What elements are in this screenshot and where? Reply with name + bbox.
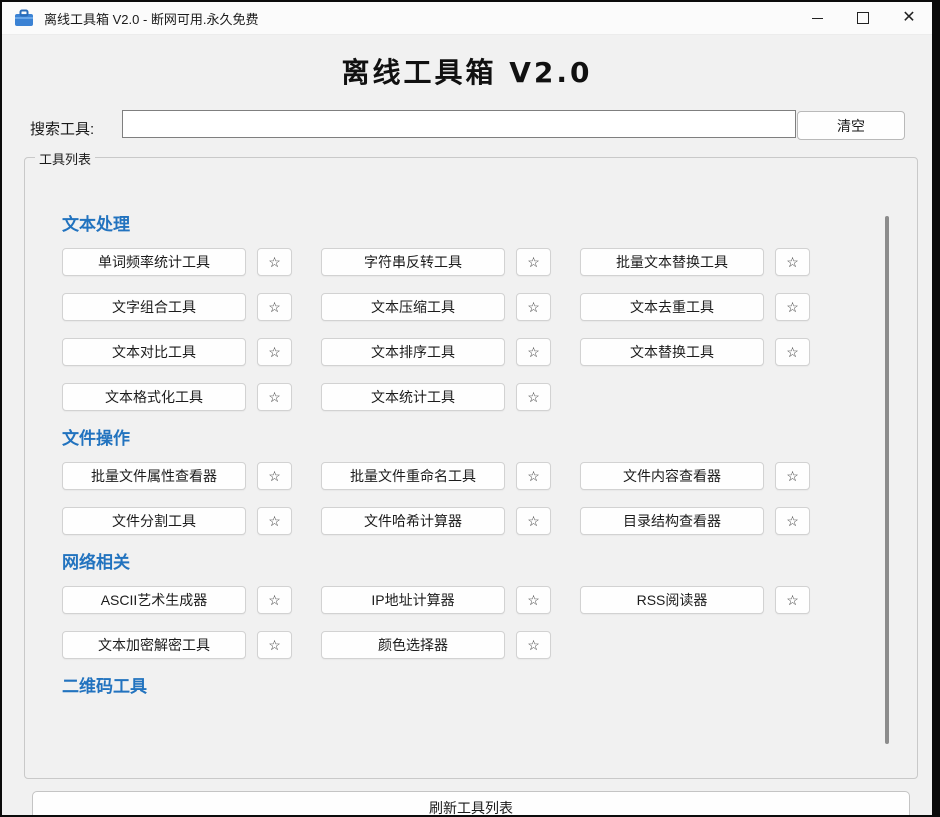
tool-button[interactable]: 文本对比工具 <box>62 338 246 366</box>
refresh-tools-button[interactable]: 刷新工具列表 <box>32 791 910 815</box>
tool-cell: 文本对比工具 ☆ <box>62 338 292 366</box>
favorite-star-button[interactable]: ☆ <box>257 586 292 614</box>
toolbox-icon <box>14 9 34 27</box>
section-heading: 文件操作 <box>62 429 130 448</box>
tool-cell: 文字组合工具 ☆ <box>62 293 292 321</box>
page-title: 离线工具箱 V2.0 <box>341 56 593 89</box>
favorite-star-button[interactable]: ☆ <box>775 586 810 614</box>
app-window: 离线工具箱 V2.0 - 断网可用.永久免费 ✕ 离线工具箱 V2.0 搜索工具… <box>0 0 940 817</box>
tool-button[interactable]: 批量文件重命名工具 <box>321 462 505 490</box>
tool-cell: ASCII艺术生成器 ☆ <box>62 586 292 614</box>
tool-cell: 文本统计工具 ☆ <box>321 383 551 411</box>
tool-button[interactable]: 文本排序工具 <box>321 338 505 366</box>
minimize-button[interactable] <box>794 2 840 34</box>
section-heading: 网络相关 <box>62 553 130 572</box>
tool-button[interactable]: 文件哈希计算器 <box>321 507 505 535</box>
vertical-scrollbar[interactable] <box>885 216 889 744</box>
tool-button[interactable]: 文件内容查看器 <box>580 462 764 490</box>
close-icon: ✕ <box>902 9 916 26</box>
favorite-star-button[interactable]: ☆ <box>775 248 810 276</box>
favorite-star-button[interactable]: ☆ <box>257 507 292 535</box>
favorite-star-button[interactable]: ☆ <box>516 248 551 276</box>
search-label: 搜索工具: <box>30 121 95 138</box>
tool-row: 单词频率统计工具 ☆ 字符串反转工具 ☆ 批量文本替换工具 ☆ <box>62 248 917 276</box>
minimize-icon <box>811 17 823 19</box>
tool-button[interactable]: 目录结构查看器 <box>580 507 764 535</box>
tool-button[interactable]: RSS阅读器 <box>580 586 764 614</box>
tool-cell: 文件分割工具 ☆ <box>62 507 292 535</box>
favorite-star-button[interactable]: ☆ <box>257 248 292 276</box>
tool-cell: 批量文件属性查看器 ☆ <box>62 462 292 490</box>
favorite-star-button[interactable]: ☆ <box>775 507 810 535</box>
tool-cell: 批量文本替换工具 ☆ <box>580 248 810 276</box>
tool-button[interactable]: IP地址计算器 <box>321 586 505 614</box>
tool-cell: RSS阅读器 ☆ <box>580 586 810 614</box>
tool-button[interactable]: 文件分割工具 <box>62 507 246 535</box>
window-title: 离线工具箱 V2.0 - 断网可用.永久免费 <box>44 11 259 27</box>
tool-cell: 字符串反转工具 ☆ <box>321 248 551 276</box>
tool-list: 文本处理 单词频率统计工具 ☆ 字符串反转工具 ☆ 批量文本替换工具 ☆ 文字组合工具 ☆ 文本压… <box>25 158 917 778</box>
tool-cell: 颜色选择器 ☆ <box>321 631 551 659</box>
favorite-star-button[interactable]: ☆ <box>516 631 551 659</box>
favorite-star-button[interactable]: ☆ <box>257 631 292 659</box>
favorite-star-button[interactable]: ☆ <box>516 338 551 366</box>
tool-cell: 文本压缩工具 ☆ <box>321 293 551 321</box>
favorite-star-button[interactable]: ☆ <box>516 293 551 321</box>
tool-cell: 文本加密解密工具 ☆ <box>62 631 292 659</box>
tool-cell: IP地址计算器 ☆ <box>321 586 551 614</box>
tool-cell: 目录结构查看器 ☆ <box>580 507 810 535</box>
tool-button[interactable]: 文本替换工具 <box>580 338 764 366</box>
tool-button[interactable]: 颜色选择器 <box>321 631 505 659</box>
maximize-icon <box>857 12 869 24</box>
tool-cell: 批量文件重命名工具 ☆ <box>321 462 551 490</box>
tool-cell: 文件内容查看器 ☆ <box>580 462 810 490</box>
favorite-star-button[interactable]: ☆ <box>775 338 810 366</box>
tool-cell: 单词频率统计工具 ☆ <box>62 248 292 276</box>
tool-list-groupbox: 工具列表 文本处理 单词频率统计工具 ☆ 字符串反转工具 ☆ 批量文本替换工具 ☆ 文字组合工… <box>24 149 918 779</box>
tool-row: 文本格式化工具 ☆ 文本统计工具 ☆ <box>62 383 917 411</box>
search-input[interactable] <box>122 110 796 138</box>
tool-button[interactable]: 单词频率统计工具 <box>62 248 246 276</box>
titlebar: 离线工具箱 V2.0 - 断网可用.永久免费 ✕ <box>2 2 932 35</box>
tool-button[interactable]: 文本格式化工具 <box>62 383 246 411</box>
favorite-star-button[interactable]: ☆ <box>516 462 551 490</box>
window-controls: ✕ <box>794 2 932 34</box>
tool-button[interactable]: 文本压缩工具 <box>321 293 505 321</box>
tool-cell: 文本替换工具 ☆ <box>580 338 810 366</box>
tool-row: 文件分割工具 ☆ 文件哈希计算器 ☆ 目录结构查看器 ☆ <box>62 507 917 535</box>
tool-button[interactable]: 批量文件属性查看器 <box>62 462 246 490</box>
close-button[interactable]: ✕ <box>886 2 932 34</box>
favorite-star-button[interactable]: ☆ <box>516 586 551 614</box>
tool-button[interactable]: 文字组合工具 <box>62 293 246 321</box>
tool-row: 文字组合工具 ☆ 文本压缩工具 ☆ 文本去重工具 ☆ <box>62 293 917 321</box>
favorite-star-button[interactable]: ☆ <box>257 338 292 366</box>
tool-cell: 文本去重工具 ☆ <box>580 293 810 321</box>
favorite-star-button[interactable]: ☆ <box>516 383 551 411</box>
maximize-button[interactable] <box>840 2 886 34</box>
favorite-star-button[interactable]: ☆ <box>516 507 551 535</box>
tool-row: 文本对比工具 ☆ 文本排序工具 ☆ 文本替换工具 ☆ <box>62 338 917 366</box>
tool-button[interactable]: 字符串反转工具 <box>321 248 505 276</box>
tool-button[interactable]: ASCII艺术生成器 <box>62 586 246 614</box>
section-heading: 二维码工具 <box>62 677 147 696</box>
tool-button[interactable]: 文本加密解密工具 <box>62 631 246 659</box>
favorite-star-button[interactable]: ☆ <box>775 293 810 321</box>
tool-cell: 文本格式化工具 ☆ <box>62 383 292 411</box>
clear-button[interactable]: 清空 <box>797 111 905 140</box>
tool-button[interactable]: 文本去重工具 <box>580 293 764 321</box>
tool-cell: 文本排序工具 ☆ <box>321 338 551 366</box>
tool-cell: 文件哈希计算器 ☆ <box>321 507 551 535</box>
favorite-star-button[interactable]: ☆ <box>257 462 292 490</box>
tool-button[interactable]: 批量文本替换工具 <box>580 248 764 276</box>
tool-row: ASCII艺术生成器 ☆ IP地址计算器 ☆ RSS阅读器 ☆ <box>62 586 917 614</box>
section-heading: 文本处理 <box>62 215 130 234</box>
favorite-star-button[interactable]: ☆ <box>257 293 292 321</box>
tool-button[interactable]: 文本统计工具 <box>321 383 505 411</box>
tool-row: 文本加密解密工具 ☆ 颜色选择器 ☆ <box>62 631 917 659</box>
favorite-star-button[interactable]: ☆ <box>775 462 810 490</box>
tool-row: 批量文件属性查看器 ☆ 批量文件重命名工具 ☆ 文件内容查看器 ☆ <box>62 462 917 490</box>
favorite-star-button[interactable]: ☆ <box>257 383 292 411</box>
